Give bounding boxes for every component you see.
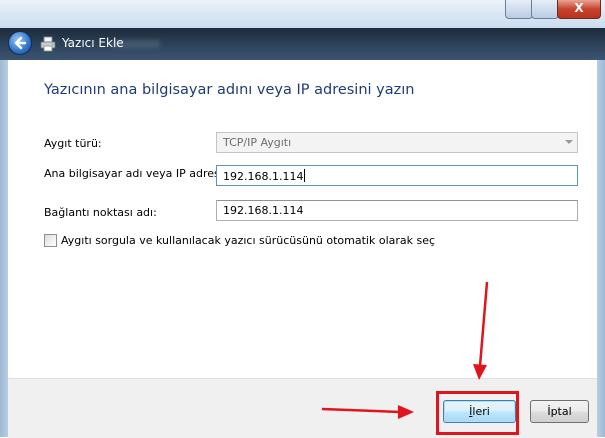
annotation-arrow-down <box>473 281 489 380</box>
annotation-arrows <box>321 281 489 419</box>
annotation-arrow-right <box>321 405 414 419</box>
